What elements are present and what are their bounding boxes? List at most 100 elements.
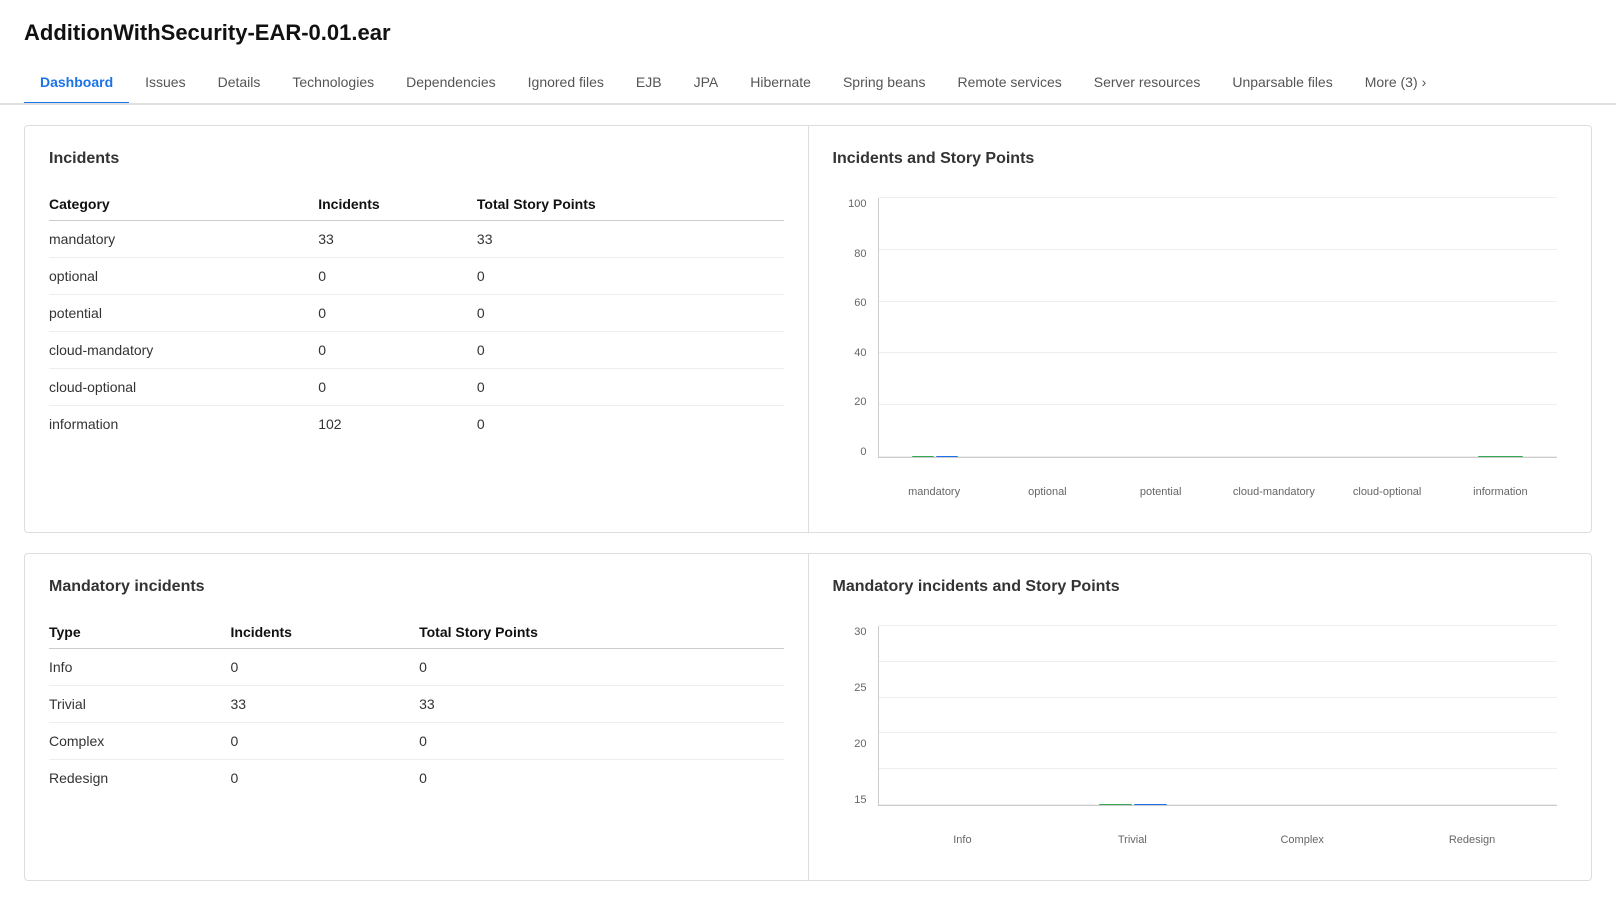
tab-details[interactable]: Details [202,62,277,105]
tab-hibernate[interactable]: Hibernate [734,62,827,105]
incidents-table: Category Incidents Total Story Points ma… [49,188,784,442]
cell-category: information [49,406,318,443]
table-row: mandatory 33 33 [49,221,784,258]
col-type: Type [49,616,231,649]
cell-incidents: 0 [318,332,477,369]
cell-type: Complex [49,723,231,760]
tab-jpa[interactable]: JPA [678,62,735,105]
incidents-chart-title: Incidents and Story Points [833,150,1568,168]
table-row: Trivial 33 33 [49,686,784,723]
cell-category: cloud-optional [49,369,318,406]
table-row: optional 0 0 [49,258,784,295]
incidents-bars-area [878,198,1558,458]
cell-incidents: 0 [318,369,477,406]
col-story-points: Total Story Points [477,188,784,221]
x-label: mandatory [878,486,991,498]
cell-incidents: 33 [231,686,420,723]
cell-story-points: 0 [477,369,784,406]
cell-incidents: 33 [318,221,477,258]
cell-story-points: 0 [419,760,783,797]
chevron-right-icon: › [1422,74,1427,90]
cell-type: Trivial [49,686,231,723]
col-incidents: Incidents [318,188,477,221]
table-row: Info 0 0 [49,649,784,686]
col-mandatory-story-points: Total Story Points [419,616,783,649]
cell-incidents: 0 [231,649,420,686]
cell-category: mandatory [49,221,318,258]
mandatory-chart-section: Mandatory incidents and Story Points 15 … [809,554,1592,880]
page-content: Incidents Category Incidents Total Story… [0,105,1616,901]
mandatory-table-section: Mandatory incidents Type Incidents Total… [25,554,809,880]
cell-story-points: 0 [477,295,784,332]
cell-category: cloud-mandatory [49,332,318,369]
x-label: Complex [1217,834,1387,846]
mandatory-chart-title: Mandatory incidents and Story Points [833,578,1568,596]
tab-server-resources[interactable]: Server resources [1078,62,1217,105]
tab-technologies[interactable]: Technologies [276,62,390,105]
cell-story-points: 0 [477,406,784,443]
cell-incidents: 0 [231,723,420,760]
mandatory-title: Mandatory incidents [49,578,784,596]
cell-incidents: 0 [231,760,420,797]
incidents-card: Incidents Category Incidents Total Story… [24,125,1592,533]
cell-incidents: 0 [318,258,477,295]
bar-story-points [1134,804,1167,805]
col-mandatory-incidents: Incidents [231,616,420,649]
incidents-x-labels: mandatoryoptionalpotentialcloud-mandator… [878,486,1558,498]
bar-incidents [1478,456,1523,457]
x-label: Redesign [1387,834,1557,846]
cell-story-points: 0 [477,332,784,369]
table-row: Complex 0 0 [49,723,784,760]
tab-unparsable-files[interactable]: Unparsable files [1216,62,1348,105]
incidents-chart-section: Incidents and Story Points 0 20 40 60 80… [809,126,1592,532]
tab-remote-services[interactable]: Remote services [941,62,1077,105]
x-label: optional [991,486,1104,498]
incidents-y-axis: 0 20 40 60 80 100 [833,198,873,458]
mandatory-table: Type Incidents Total Story Points Info 0… [49,616,784,796]
mandatory-bars-area [878,626,1558,806]
x-label: cloud-optional [1331,486,1444,498]
bar-incidents [912,456,934,457]
cell-story-points: 33 [477,221,784,258]
table-row: cloud-optional 0 0 [49,369,784,406]
cell-category: optional [49,258,318,295]
tab-ejb[interactable]: EJB [620,62,678,105]
cell-story-points: 0 [419,649,783,686]
mandatory-chart: 15 20 25 30 InfoTrivialComplexRedesign [833,616,1568,856]
cell-story-points: 33 [419,686,783,723]
cell-type: Redesign [49,760,231,797]
mandatory-card: Mandatory incidents Type Incidents Total… [24,553,1592,881]
tab-bar: Dashboard Issues Details Technologies De… [0,62,1616,105]
tab-more[interactable]: More (3) › [1349,62,1443,105]
incidents-chart: 0 20 40 60 80 100 mandatoryoptionalpoten… [833,188,1568,508]
x-label: cloud-mandatory [1217,486,1330,498]
tab-spring-beans[interactable]: Spring beans [827,62,942,105]
table-row: potential 0 0 [49,295,784,332]
cell-story-points: 0 [477,258,784,295]
col-category: Category [49,188,318,221]
cell-category: potential [49,295,318,332]
x-label: information [1444,486,1557,498]
x-label: Trivial [1047,834,1217,846]
mandatory-y-axis: 15 20 25 30 [833,626,873,806]
incidents-title: Incidents [49,150,784,168]
cell-type: Info [49,649,231,686]
table-row: Redesign 0 0 [49,760,784,797]
bar-group [1099,804,1167,805]
table-row: information 102 0 [49,406,784,443]
cell-story-points: 0 [419,723,783,760]
cell-incidents: 102 [318,406,477,443]
tab-dashboard[interactable]: Dashboard [24,62,129,105]
tab-issues[interactable]: Issues [129,62,201,105]
tab-ignored-files[interactable]: Ignored files [512,62,620,105]
tab-dependencies[interactable]: Dependencies [390,62,512,105]
bar-group [1478,456,1523,457]
bar-incidents [1099,804,1132,805]
incidents-table-section: Incidents Category Incidents Total Story… [25,126,809,532]
x-label: Info [878,834,1048,846]
mandatory-x-labels: InfoTrivialComplexRedesign [878,834,1558,846]
app-title: AdditionWithSecurity-EAR-0.01.ear [0,0,1616,62]
bar-story-points [936,456,958,457]
table-row: cloud-mandatory 0 0 [49,332,784,369]
x-label: potential [1104,486,1217,498]
